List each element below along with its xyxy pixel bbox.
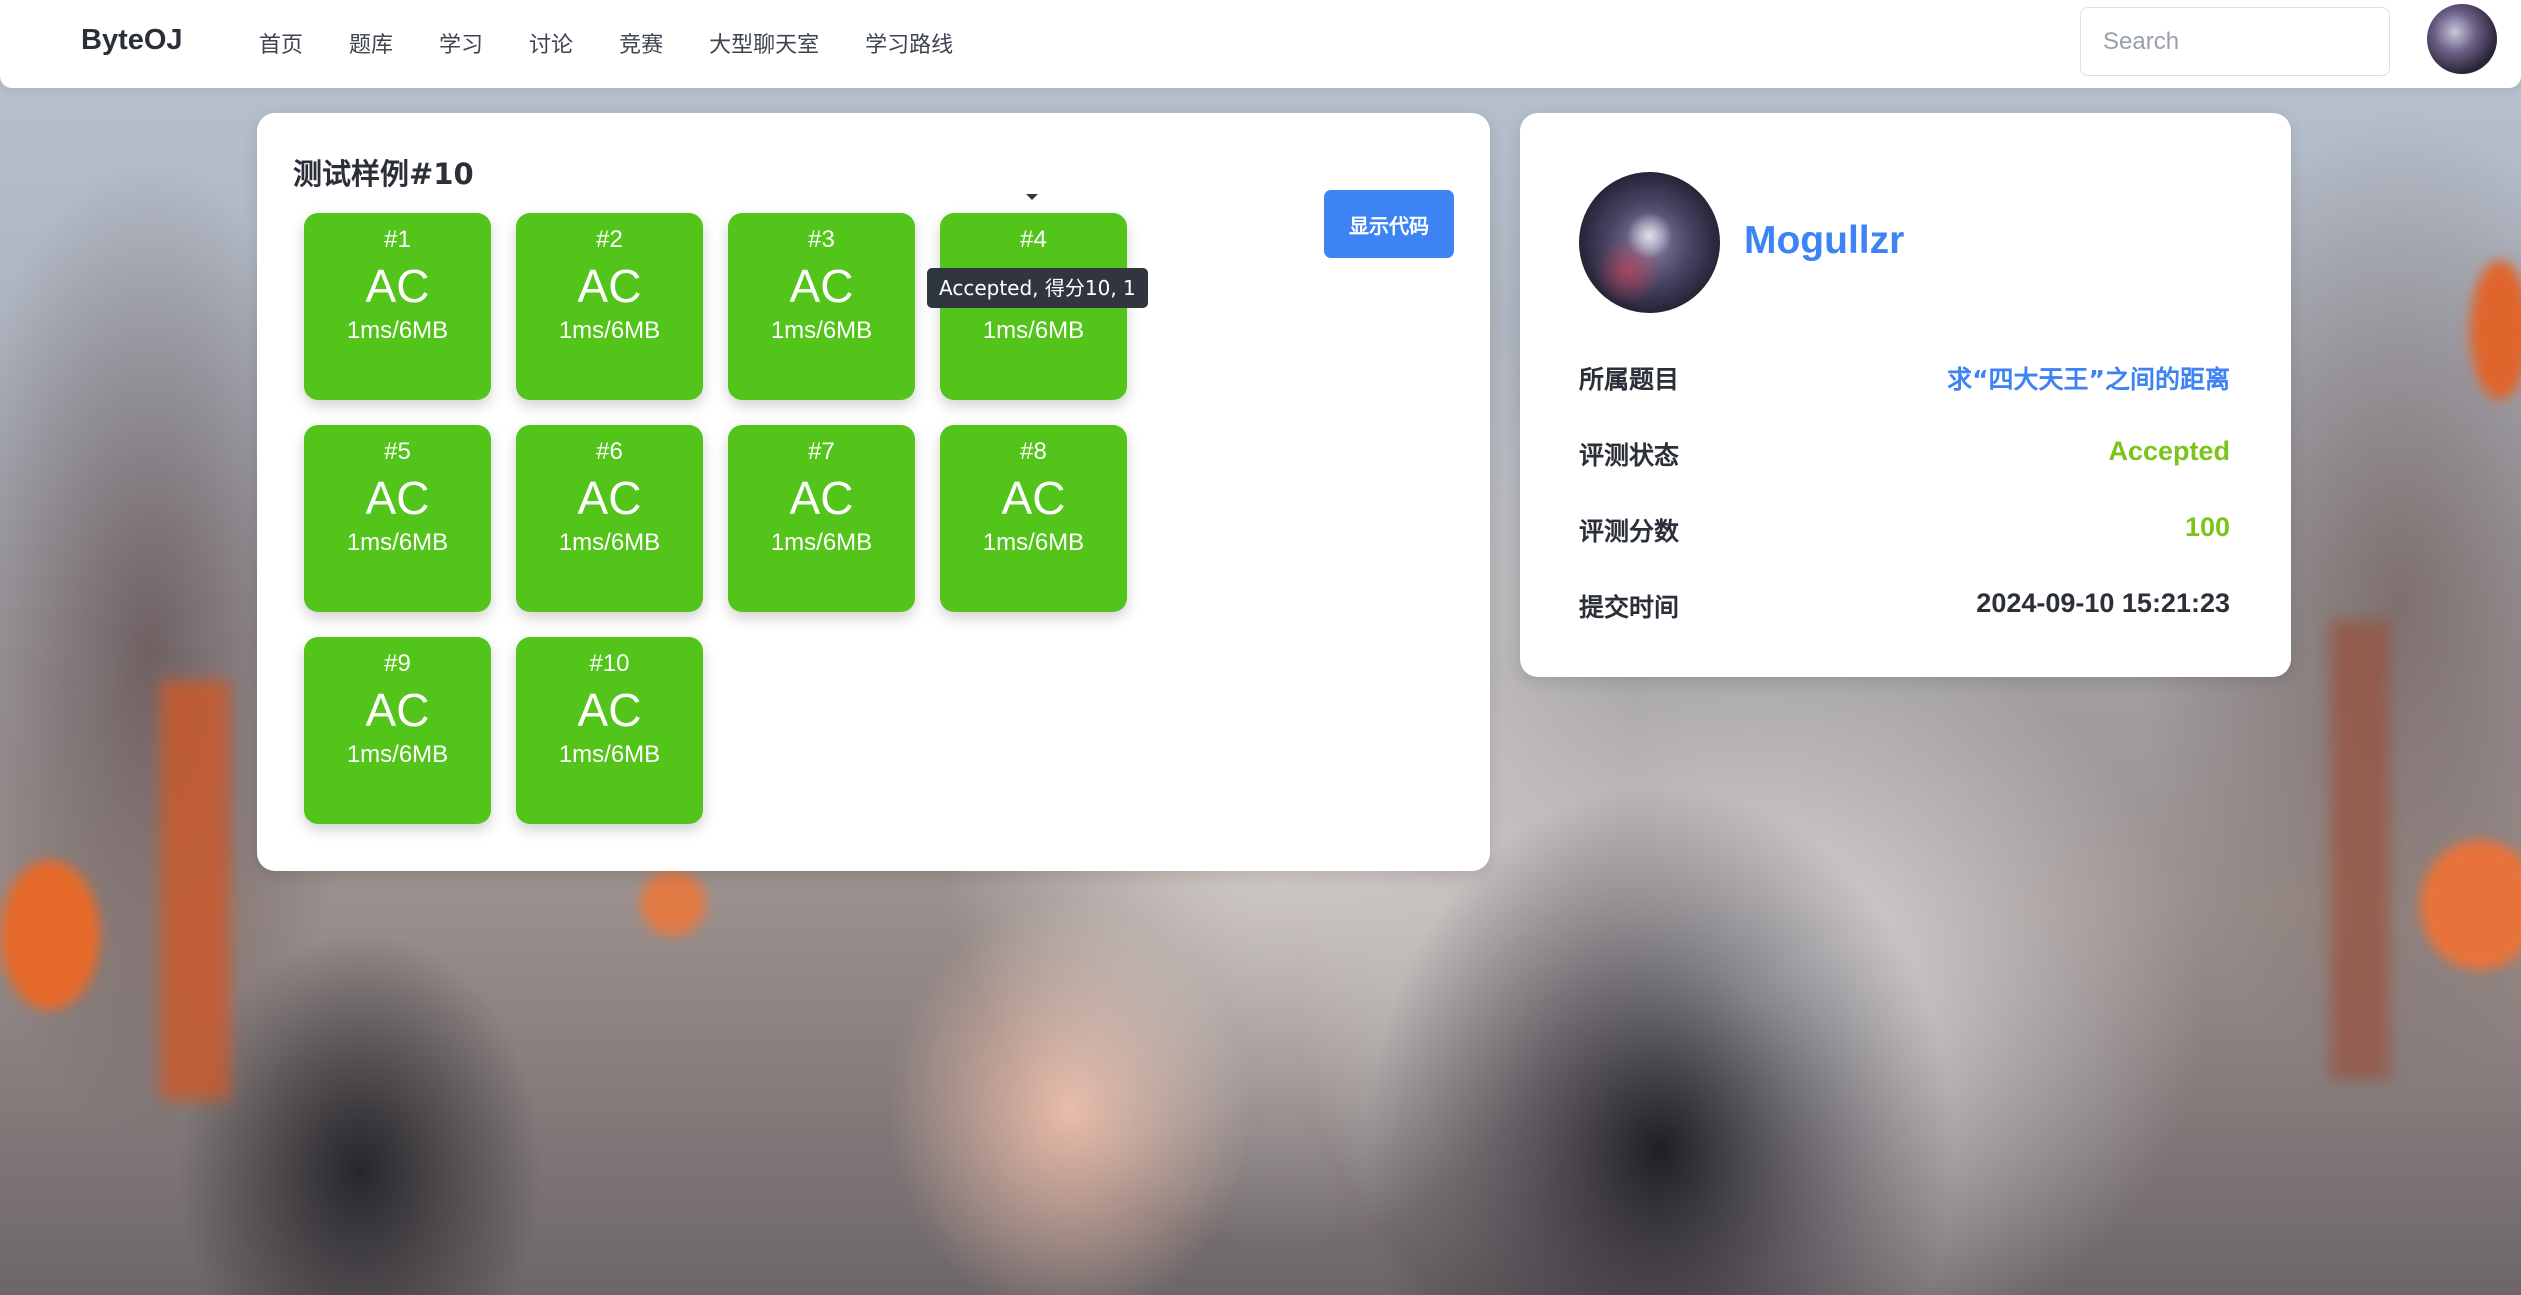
status-value: Accepted bbox=[2108, 436, 2230, 466]
test-case-7[interactable]: #7 AC 1ms/6MB bbox=[728, 425, 915, 612]
test-case-8[interactable]: #8 AC 1ms/6MB bbox=[940, 425, 1127, 612]
test-case-usage: 1ms/6MB bbox=[770, 317, 873, 344]
nav-link-problems[interactable]: 题库 bbox=[349, 27, 393, 59]
test-case-usage: 1ms/6MB bbox=[770, 529, 873, 556]
test-case-status: AC bbox=[1001, 472, 1066, 524]
tooltip-arrow bbox=[1026, 194, 1038, 200]
test-case-number: #2 bbox=[596, 226, 623, 253]
test-case-number: #3 bbox=[808, 226, 835, 253]
test-case-5[interactable]: #5 AC 1ms/6MB bbox=[304, 425, 491, 612]
test-case-number: #4 bbox=[1020, 226, 1047, 253]
info-row-problem: 所属题目 求“四大天王”之间的距离 bbox=[1579, 360, 2230, 400]
test-case-number: #5 bbox=[384, 438, 411, 465]
info-row-score: 评测分数 100 bbox=[1579, 512, 2230, 552]
test-case-usage: 1ms/6MB bbox=[982, 529, 1085, 556]
nav-link-contest[interactable]: 竞赛 bbox=[619, 27, 663, 59]
test-case-1[interactable]: #1 AC 1ms/6MB bbox=[304, 213, 491, 400]
status-label: 评测状态 bbox=[1579, 441, 1680, 470]
test-case-status: AC bbox=[365, 260, 430, 312]
info-row-time: 提交时间 2024-09-10 15:21:23 bbox=[1579, 588, 2230, 628]
score-label: 评测分数 bbox=[1579, 517, 1680, 546]
submit-time-label: 提交时间 bbox=[1579, 593, 1680, 622]
test-case-status: AC bbox=[577, 260, 642, 312]
nav-link-discuss[interactable]: 讨论 bbox=[529, 27, 573, 59]
background-lantern bbox=[2470, 260, 2521, 400]
background-lantern bbox=[640, 870, 706, 936]
test-case-usage: 1ms/6MB bbox=[558, 741, 661, 768]
nav-link-chatroom[interactable]: 大型聊天室 bbox=[709, 27, 819, 59]
problem-label: 所属题目 bbox=[1579, 365, 1680, 394]
search-input[interactable] bbox=[2080, 7, 2390, 76]
submitter-avatar[interactable] bbox=[1579, 172, 1720, 313]
top-navbar: ByteOJ 首页 题库 学习 讨论 竞赛 大型聊天室 学习路线 bbox=[0, 0, 2521, 88]
info-row-status: 评测状态 Accepted bbox=[1579, 436, 2230, 476]
test-cases-card: 测试样例#10 显示代码 #1 AC 1ms/6MB #2 AC 1ms/6MB… bbox=[257, 113, 1490, 871]
background-pillar bbox=[160, 680, 230, 1100]
background-pillar bbox=[2330, 620, 2390, 1080]
test-case-number: #7 bbox=[808, 438, 835, 465]
test-case-number: #9 bbox=[384, 650, 411, 677]
test-case-6[interactable]: #6 AC 1ms/6MB bbox=[516, 425, 703, 612]
test-case-number: #8 bbox=[1020, 438, 1047, 465]
test-case-status: AC bbox=[365, 472, 430, 524]
test-case-usage: 1ms/6MB bbox=[346, 529, 449, 556]
submit-time-value: 2024-09-10 15:21:23 bbox=[1976, 588, 2230, 618]
nav-link-roadmap[interactable]: 学习路线 bbox=[865, 27, 953, 59]
test-case-status: AC bbox=[577, 684, 642, 736]
test-case-usage: 1ms/6MB bbox=[346, 741, 449, 768]
test-case-status: AC bbox=[577, 472, 642, 524]
show-code-button[interactable]: 显示代码 bbox=[1324, 190, 1454, 258]
nav-link-learn[interactable]: 学习 bbox=[439, 27, 483, 59]
test-case-usage: 1ms/6MB bbox=[558, 317, 661, 344]
problem-link[interactable]: 求“四大天王”之间的距离 bbox=[1947, 360, 2230, 396]
test-case-usage: 1ms/6MB bbox=[346, 317, 449, 344]
test-case-status: AC bbox=[365, 684, 430, 736]
user-avatar-menu[interactable] bbox=[2427, 4, 2497, 74]
test-case-number: #1 bbox=[384, 226, 411, 253]
background-lantern bbox=[0, 860, 100, 1010]
test-case-status: AC bbox=[789, 472, 854, 524]
nav-links: 首页 题库 学习 讨论 竞赛 大型聊天室 学习路线 bbox=[259, 27, 999, 59]
brand-logo[interactable]: ByteOJ bbox=[81, 24, 183, 57]
test-case-9[interactable]: #9 AC 1ms/6MB bbox=[304, 637, 491, 824]
nav-link-home[interactable]: 首页 bbox=[259, 27, 303, 59]
test-case-tooltip: Accepted, 得分10, 1 bbox=[927, 268, 1148, 308]
score-value: 100 bbox=[2184, 512, 2230, 542]
test-case-usage: 1ms/6MB bbox=[558, 529, 661, 556]
submission-info-card: Mogullzr 所属题目 求“四大天王”之间的距离 评测状态 Accepted… bbox=[1520, 113, 2291, 677]
test-cases-title: 测试样例#10 bbox=[293, 157, 474, 191]
submitter-username[interactable]: Mogullzr bbox=[1744, 219, 1904, 263]
test-case-number: #6 bbox=[596, 438, 623, 465]
test-case-3[interactable]: #3 AC 1ms/6MB bbox=[728, 213, 915, 400]
test-case-2[interactable]: #2 AC 1ms/6MB bbox=[516, 213, 703, 400]
test-case-status: AC bbox=[789, 260, 854, 312]
test-case-usage: 1ms/6MB bbox=[982, 317, 1085, 344]
test-case-number: #10 bbox=[589, 650, 630, 677]
background-lantern bbox=[2420, 840, 2521, 970]
test-case-10[interactable]: #10 AC 1ms/6MB bbox=[516, 637, 703, 824]
